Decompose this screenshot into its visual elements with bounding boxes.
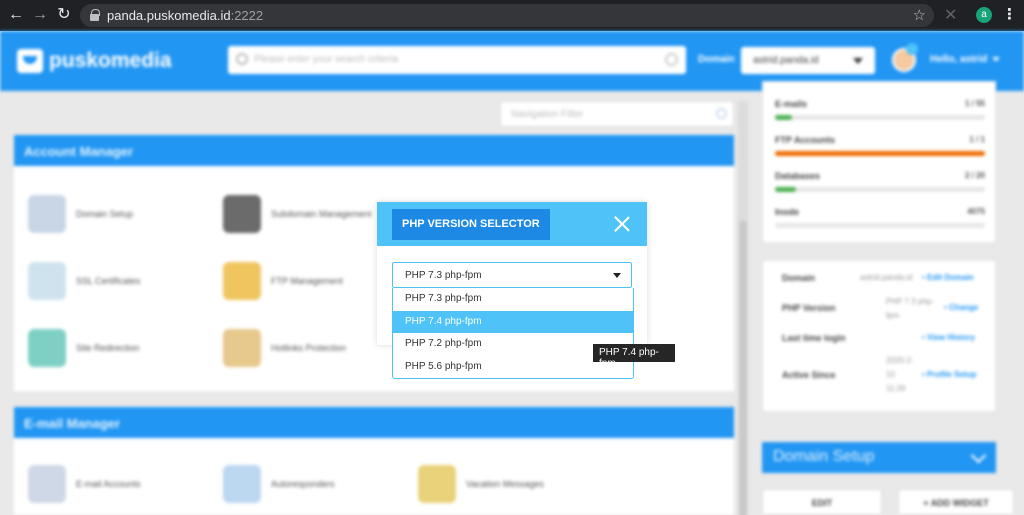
search-icon xyxy=(716,108,727,119)
bookmark-star-icon[interactable]: ☆ xyxy=(913,6,926,24)
active-since-value: 2020-2-10 11:26 xyxy=(886,356,914,393)
padlock-icon xyxy=(223,329,261,367)
redirect-icon xyxy=(28,329,66,367)
stat-ftp-accounts: FTP Accounts 1 / 1 xyxy=(775,135,985,156)
hotlinks-protection-item[interactable]: Hotlinks Protection xyxy=(223,329,346,367)
ftp-icon xyxy=(223,262,261,300)
address-bar[interactable]: panda.puskomedia.id:2222 ☆ xyxy=(80,4,934,27)
close-icon[interactable] xyxy=(613,215,631,233)
autoresponders-item[interactable]: Autoresponders xyxy=(223,465,335,503)
domain-setup-item[interactable]: Domain Setup xyxy=(28,195,133,233)
chevron-down-icon[interactable] xyxy=(992,57,1000,62)
dropdown-option[interactable]: PHP 7.3 php-fpm xyxy=(393,288,633,310)
extension-icon[interactable]: ✕ xyxy=(944,5,957,25)
edit-button[interactable]: EDIT xyxy=(762,489,882,515)
certificate-icon xyxy=(28,262,66,300)
panel-title: E-mail Manager xyxy=(14,407,734,438)
browser-toolbar: ← → ↻ panda.puskomedia.id:2222 ☆ ✕ a ⋮ xyxy=(0,0,1024,31)
navigation-filter-input[interactable]: Navigation Filter xyxy=(500,101,734,127)
profile-setup-link[interactable]: • Profile Setup xyxy=(922,370,976,379)
resource-usage-card: E-mails 1 / 55 FTP Accounts 1 / 1 Database… xyxy=(762,81,996,243)
clear-icon[interactable] xyxy=(665,53,678,66)
domain-info-label: Domain xyxy=(782,273,816,283)
notification-badge xyxy=(906,43,918,55)
reload-icon[interactable]: ↻ xyxy=(54,5,74,25)
search-input[interactable]: Please enter your search criteria xyxy=(228,46,686,74)
ftp-management-item[interactable]: FTP Management xyxy=(223,262,343,300)
forward-icon[interactable]: → xyxy=(30,5,50,25)
vacation-messages-item[interactable]: Vacation Messages xyxy=(418,465,544,503)
change-php-link[interactable]: • Change xyxy=(944,303,978,312)
php-version-value: PHP 7.3 php-fpm xyxy=(886,297,934,320)
domain-info-value: astrid.panda.id xyxy=(860,273,913,282)
domain-setup-widget-header[interactable]: Domain Setup xyxy=(762,442,996,473)
modal-title: PHP VERSION SELECTOR xyxy=(392,209,550,240)
mail-flag-icon xyxy=(418,465,456,503)
user-greeting[interactable]: Hello, astrid xyxy=(930,54,987,65)
logo-icon xyxy=(17,49,43,73)
back-icon[interactable]: ← xyxy=(6,5,26,25)
chevron-down-icon xyxy=(613,273,621,278)
url-text: panda.puskomedia.id:2222 xyxy=(107,8,264,23)
tooltip: PHP 7.4 php-fpm xyxy=(593,344,675,369)
usage-bar-fill xyxy=(775,151,985,156)
active-since-label: Active Since xyxy=(782,370,836,380)
terminal-icon xyxy=(223,195,261,233)
php-version-dropdown: PHP 7.3 php-fpm PHP 7.4 php-fpm PHP 7.2 … xyxy=(392,288,634,379)
stat-inode: Inode 4075 xyxy=(775,207,985,228)
php-version-label: PHP Version xyxy=(782,303,836,313)
domain-select[interactable]: astrid.panda.id xyxy=(741,47,875,74)
logo[interactable]: puskomedia xyxy=(17,48,172,74)
chevron-down-icon[interactable] xyxy=(970,447,987,464)
dropdown-option-highlighted[interactable]: PHP 7.4 php-fpm xyxy=(393,311,633,333)
add-widget-button[interactable]: + ADD WIDGET xyxy=(898,489,1014,515)
usage-bar-fill xyxy=(775,115,792,120)
scrollbar-thumb[interactable] xyxy=(739,221,747,515)
email-accounts-item[interactable]: E-mail Accounts xyxy=(28,465,141,503)
domain-label: Domain xyxy=(698,54,735,65)
www-icon xyxy=(28,195,66,233)
robot-icon xyxy=(223,465,261,503)
search-icon xyxy=(236,53,248,65)
view-history-link[interactable]: • View History xyxy=(922,333,975,342)
subdomain-management-item[interactable]: Subdomain Management xyxy=(223,195,372,233)
email-icon xyxy=(28,465,66,503)
chevron-down-icon xyxy=(853,58,863,64)
php-version-select[interactable]: PHP 7.3 php-fpm xyxy=(392,262,632,288)
stat-emails: E-mails 1 / 55 xyxy=(775,99,985,120)
edit-domain-link[interactable]: • Edit Domain xyxy=(922,273,974,282)
browser-menu-icon[interactable]: ⋮ xyxy=(1002,5,1017,23)
ssl-certificates-item[interactable]: SSL Certificates xyxy=(28,262,140,300)
lock-icon xyxy=(90,9,100,21)
usage-bar-fill xyxy=(775,187,796,192)
stat-databases: Databases 2 / 20 xyxy=(775,171,985,192)
profile-avatar[interactable]: a xyxy=(976,7,992,23)
panel-title: Account Manager xyxy=(14,135,734,166)
scrollbar[interactable] xyxy=(738,101,748,515)
last-login-label: Last time login xyxy=(782,333,846,343)
site-redirection-item[interactable]: Site Redirection xyxy=(28,329,140,367)
